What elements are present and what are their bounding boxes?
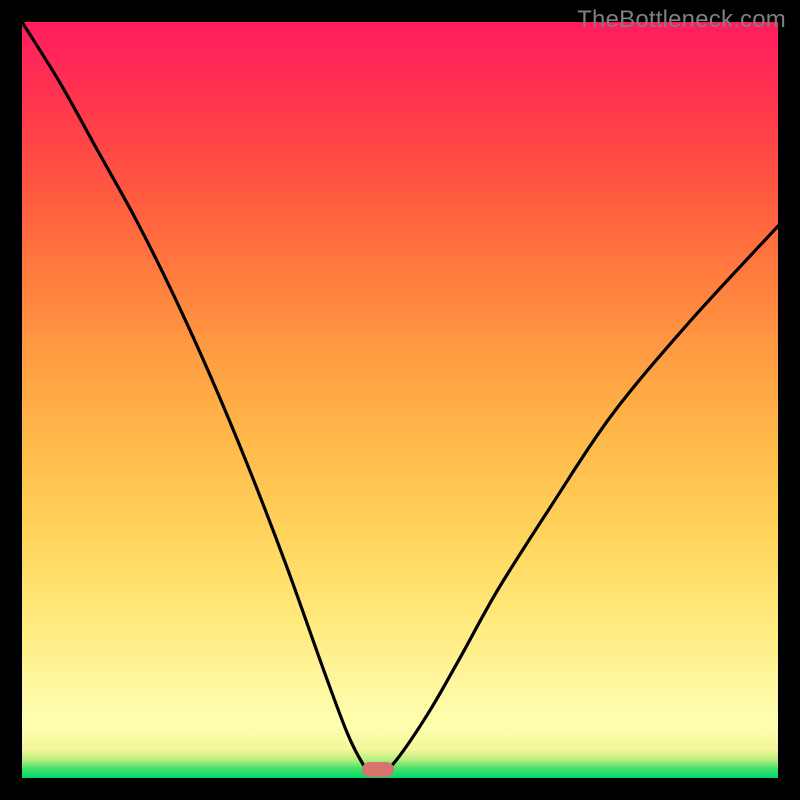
watermark-text: TheBottleneck.com [577, 6, 786, 34]
chart-container: TheBottleneck.com [0, 0, 800, 800]
optimal-marker [362, 762, 394, 777]
plot-area [22, 22, 778, 778]
bottleneck-curve [22, 22, 778, 778]
